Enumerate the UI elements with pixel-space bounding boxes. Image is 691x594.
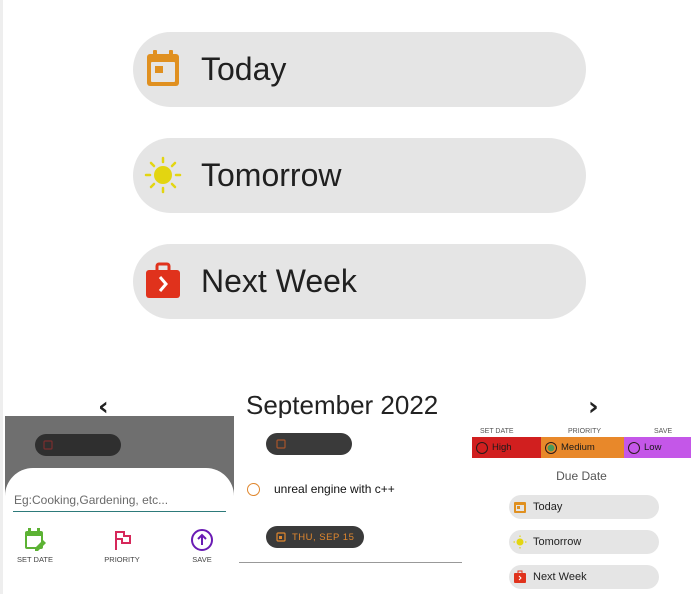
calendar-icon <box>276 439 286 449</box>
priority-caption: PRIORITY <box>104 555 140 564</box>
task-list-screen: unreal engine with c++ THU, SEP 15 <box>239 418 462 594</box>
left-edge-divider <box>0 0 3 594</box>
save-button[interactable]: SAVE <box>172 528 232 564</box>
due-option-label: Tomorrow <box>533 536 582 548</box>
save-caption: SAVE <box>192 555 212 564</box>
due-option-today[interactable]: Today <box>133 32 586 107</box>
due-option-tomorrow[interactable]: Tomorrow <box>509 530 659 554</box>
due-date-title: Due Date <box>556 469 607 483</box>
radio-checked-icon <box>545 441 557 454</box>
priority-medium[interactable]: Medium <box>541 437 624 458</box>
save-caption: SAVE <box>654 428 673 435</box>
due-option-today[interactable]: Today <box>509 495 659 519</box>
set-date-caption: SET DATE <box>480 428 514 435</box>
calendar-edit-icon <box>25 528 46 551</box>
due-option-label: Tomorrow <box>201 157 342 193</box>
radio-unchecked-icon <box>476 441 488 454</box>
sun-icon <box>513 535 527 549</box>
priority-due-date-screen: SET DATE PRIORITY SAVE High Medium Low D… <box>472 416 691 594</box>
task-checkbox[interactable] <box>247 482 260 496</box>
calendar-icon <box>276 532 286 542</box>
sun-icon <box>144 156 182 194</box>
task-title: unreal engine with c++ <box>274 482 395 496</box>
priority-label: High <box>492 442 512 453</box>
calendar-icon <box>43 440 53 450</box>
priority-selector: High Medium Low <box>472 437 691 458</box>
briefcase-icon <box>514 570 526 583</box>
dimmed-date-chip <box>35 434 121 456</box>
task-group-date-chip <box>266 433 352 455</box>
set-date-caption: SET DATE <box>17 555 53 564</box>
due-option-label: Today <box>533 501 563 513</box>
priority-label: Low <box>644 442 662 453</box>
priority-button[interactable]: PRIORITY <box>92 528 152 564</box>
radio-unchecked-icon <box>628 441 640 454</box>
calendar-today-icon <box>514 502 526 513</box>
priority-high[interactable]: High <box>472 437 541 458</box>
task-input[interactable] <box>13 488 226 512</box>
set-date-button[interactable]: SET DATE <box>5 528 65 564</box>
due-option-label: Next Week <box>201 263 357 299</box>
list-divider <box>239 562 462 563</box>
priority-caption: PRIORITY <box>568 428 602 435</box>
priority-low[interactable]: Low <box>624 437 691 458</box>
due-option-next-week[interactable]: Next Week <box>509 565 659 589</box>
due-option-label: Today <box>201 51 287 87</box>
arrow-up-circle-icon <box>191 529 213 551</box>
due-option-next-week[interactable]: Next Week <box>133 244 586 319</box>
briefcase-icon <box>145 262 181 300</box>
calendar-month-label: September 2022 <box>246 390 439 418</box>
add-task-sheet-screen: SET DATE PRIORITY SAVE <box>5 416 234 594</box>
flag-icon <box>115 531 131 550</box>
task-item[interactable]: unreal engine with c++ <box>247 482 395 496</box>
priority-label: Medium <box>561 442 595 453</box>
task-date-label: THU, SEP 15 <box>292 531 355 543</box>
due-option-label: Next Week <box>533 571 587 583</box>
task-date-chip[interactable]: THU, SEP 15 <box>266 526 365 548</box>
bottom-sheet: SET DATE PRIORITY SAVE <box>5 468 234 594</box>
calendar-today-icon <box>145 50 181 88</box>
due-option-tomorrow[interactable]: Tomorrow <box>133 138 586 213</box>
